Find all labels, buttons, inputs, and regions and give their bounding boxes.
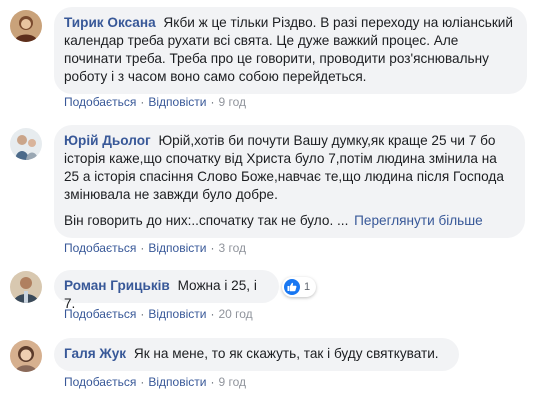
comment-text-continued: Він говорить до них:..спочатку так не бу… bbox=[64, 212, 513, 230]
comment-bubble: Юрій Дьолог Юрій,хотів би почути Вашу ду… bbox=[54, 125, 525, 238]
comment-author[interactable]: Тирик Оксана bbox=[64, 15, 156, 30]
separator: · bbox=[140, 307, 145, 321]
avatar-photo-icon bbox=[10, 10, 42, 42]
avatar[interactable] bbox=[10, 340, 42, 372]
comment-author[interactable]: Галя Жук bbox=[64, 346, 126, 361]
avatar-photo-icon bbox=[10, 340, 42, 372]
avatar-photo-icon bbox=[10, 128, 42, 160]
separator: · bbox=[210, 95, 215, 109]
comment-actions: Подобається · Відповісти · 20 год bbox=[64, 307, 253, 321]
avatar[interactable] bbox=[10, 128, 42, 160]
thumbs-up-icon bbox=[284, 279, 300, 295]
comment-time[interactable]: 9 год bbox=[218, 375, 246, 389]
separator: · bbox=[140, 241, 145, 255]
reply-button[interactable]: Відповісти bbox=[148, 241, 206, 255]
avatar[interactable] bbox=[10, 271, 42, 303]
separator: · bbox=[210, 307, 215, 321]
comment-time[interactable]: 3 год bbox=[218, 241, 246, 255]
comment-bubble: Роман Грицьків Можна і 25, і 7. bbox=[54, 270, 279, 311]
comment-text: Як на мене, то як скажуть, так і буду св… bbox=[133, 346, 439, 361]
separator: · bbox=[140, 95, 145, 109]
comment-author[interactable]: Юрій Дьолог bbox=[64, 133, 151, 148]
reaction-count: 1 bbox=[304, 281, 311, 293]
separator: · bbox=[140, 375, 145, 389]
reply-button[interactable]: Відповісти bbox=[148, 375, 206, 389]
like-button[interactable]: Подобається bbox=[64, 307, 136, 321]
reply-button[interactable]: Відповісти bbox=[148, 95, 206, 109]
comment-actions: Подобається · Відповісти · 9 год bbox=[64, 95, 246, 109]
see-more-link[interactable]: Переглянути більше bbox=[354, 213, 483, 228]
separator: · bbox=[210, 375, 215, 389]
comment-text-2: Він говорить до них:..спочатку так не бу… bbox=[64, 213, 334, 228]
comment-time[interactable]: 9 год bbox=[218, 95, 246, 109]
comment-bubble: Галя Жук Як на мене, то як скажуть, так … bbox=[54, 338, 459, 371]
comment-bubble: Тирик Оксана Якби ж це тільки Різдво. В … bbox=[54, 7, 527, 94]
comment-author[interactable]: Роман Грицьків bbox=[64, 278, 170, 293]
comment-actions: Подобається · Відповісти · 3 год bbox=[64, 241, 246, 255]
ellipsis: ... bbox=[337, 213, 349, 228]
reactions-summary[interactable]: 1 bbox=[282, 277, 317, 297]
separator: · bbox=[210, 241, 215, 255]
avatar-photo-icon bbox=[10, 271, 42, 303]
reply-button[interactable]: Відповісти bbox=[148, 307, 206, 321]
like-button[interactable]: Подобається bbox=[64, 241, 136, 255]
avatar[interactable] bbox=[10, 10, 42, 42]
comment-actions: Подобається · Відповісти · 9 год bbox=[64, 375, 246, 389]
comment-time[interactable]: 20 год bbox=[218, 307, 252, 321]
like-button[interactable]: Подобається bbox=[64, 95, 136, 109]
like-button[interactable]: Подобається bbox=[64, 375, 136, 389]
